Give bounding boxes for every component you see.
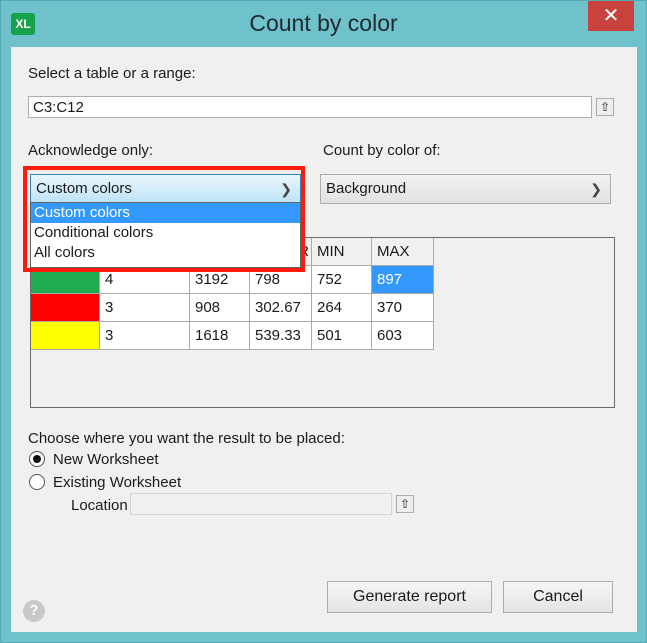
color-swatch-green[interactable]: [31, 266, 100, 294]
chevron-down-icon: ❯: [590, 181, 602, 197]
table-cell[interactable]: 539.33: [250, 322, 312, 350]
location-select-button[interactable]: ⇧: [396, 495, 414, 513]
table-cell[interactable]: 264: [312, 294, 372, 322]
cancel-button[interactable]: Cancel: [503, 581, 613, 613]
table-cell[interactable]: 4: [100, 266, 190, 294]
arrow-up-icon: ⇧: [399, 497, 411, 511]
acknowledge-label: Acknowledge only:: [28, 142, 154, 159]
title-bar: XL Count by color ✕: [1, 1, 646, 47]
dialog-body: Select a table or a range: C3:C12 ⇧ Ackn…: [11, 47, 637, 632]
acknowledge-options-list: Custom colors Conditional colors All col…: [30, 202, 301, 268]
existing-worksheet-radio[interactable]: [29, 474, 45, 490]
table-cell[interactable]: 501: [312, 322, 372, 350]
dialog-title: Count by color: [249, 10, 398, 36]
count-of-dropdown[interactable]: Background ❯: [320, 174, 611, 204]
table-cell[interactable]: 3192: [190, 266, 250, 294]
table-cell[interactable]: 302.67: [250, 294, 312, 322]
option-custom-colors[interactable]: Custom colors: [31, 203, 300, 223]
table-cell[interactable]: 908: [190, 294, 250, 322]
option-all-colors[interactable]: All colors: [31, 243, 300, 263]
acknowledge-dropdown[interactable]: Custom colors ❯: [30, 174, 301, 204]
table-cell[interactable]: 798: [250, 266, 312, 294]
generate-report-button[interactable]: Generate report: [327, 581, 492, 613]
new-worksheet-label[interactable]: New Worksheet: [53, 451, 159, 468]
option-conditional-colors[interactable]: Conditional colors: [31, 223, 300, 243]
table-cell[interactable]: 1618: [190, 322, 250, 350]
table-cell[interactable]: 3: [100, 322, 190, 350]
table-cell[interactable]: 603: [372, 322, 434, 350]
close-button[interactable]: ✕: [588, 1, 634, 31]
acknowledge-selected: Custom colors: [36, 180, 132, 197]
table-cell[interactable]: 3: [100, 294, 190, 322]
arrow-up-icon: ⇧: [599, 100, 611, 114]
count-of-label: Count by color of:: [323, 142, 441, 159]
count-of-selected: Background: [326, 180, 407, 197]
chevron-down-icon: ❯: [280, 181, 292, 197]
help-icon[interactable]: ?: [23, 600, 45, 622]
existing-worksheet-label[interactable]: Existing Worksheet: [53, 474, 181, 491]
color-swatch-red[interactable]: [31, 294, 100, 322]
count-by-color-dialog: XL Count by color ✕ Select a table or a …: [0, 0, 647, 643]
color-swatch-yellow[interactable]: [31, 322, 100, 350]
table-cell[interactable]: 752: [312, 266, 372, 294]
header-cell-min: MIN: [312, 238, 372, 266]
range-label: Select a table or a range:: [28, 65, 196, 82]
header-cell-max: MAX: [372, 238, 434, 266]
range-input[interactable]: C3:C12: [28, 96, 592, 118]
location-label: Location: [71, 497, 128, 514]
table-cell-selected[interactable]: 897: [372, 266, 434, 294]
close-icon: ✕: [602, 5, 620, 27]
placement-label: Choose where you want the result to be p…: [28, 430, 345, 447]
range-select-button[interactable]: ⇧: [596, 98, 614, 116]
table-cell[interactable]: 370: [372, 294, 434, 322]
new-worksheet-radio[interactable]: [29, 451, 45, 467]
location-input[interactable]: [130, 493, 392, 515]
